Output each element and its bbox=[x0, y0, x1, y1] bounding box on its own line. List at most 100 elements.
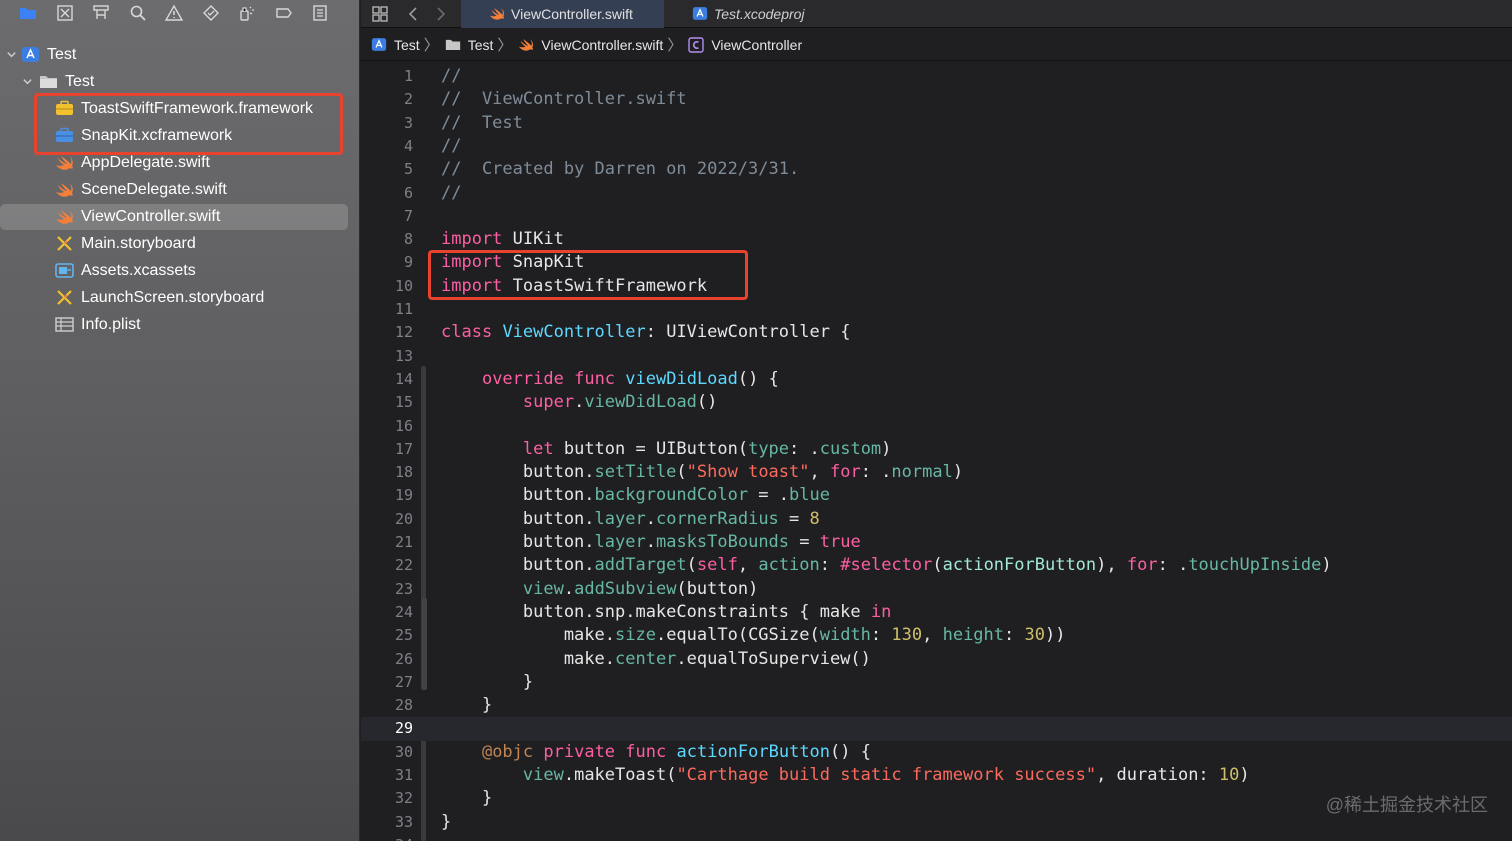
code-line[interactable]: 30 @objc private func actionForButton() … bbox=[361, 741, 1512, 764]
code-token: )) bbox=[1044, 625, 1066, 646]
code-line[interactable]: 28 } bbox=[361, 694, 1512, 717]
chevron-down-icon[interactable] bbox=[20, 75, 34, 89]
code-content: button.layer.cornerRadius = 8 bbox=[441, 508, 820, 531]
code-line[interactable]: 20 button.layer.cornerRadius = 8 bbox=[361, 508, 1512, 531]
code-line[interactable]: 8 import UIKit bbox=[361, 228, 1512, 251]
code-token: private bbox=[543, 741, 616, 762]
code-line[interactable]: 25 make.size.equalTo(CGSize(width: 130, … bbox=[361, 624, 1512, 647]
code-token: setTitle bbox=[594, 462, 677, 483]
code-content: make.size.equalTo(CGSize(width: 130, hei… bbox=[441, 624, 1066, 647]
breadcrumb-label: Test bbox=[394, 36, 420, 53]
issue-warning-icon[interactable] bbox=[156, 1, 193, 25]
tree-item-group[interactable]: Test bbox=[0, 68, 360, 95]
test-diamond-icon[interactable] bbox=[193, 1, 230, 25]
assets-icon bbox=[54, 262, 74, 280]
code-line[interactable]: 31 view.makeToast("Carthage build static… bbox=[361, 764, 1512, 787]
breakpoint-icon[interactable] bbox=[266, 1, 303, 25]
tree-item-file[interactable]: Main.storyboard bbox=[0, 230, 360, 257]
code-line[interactable]: 6 // bbox=[361, 182, 1512, 205]
find-icon[interactable] bbox=[120, 1, 157, 25]
code-token: height bbox=[942, 625, 1005, 646]
code-line[interactable]: 19 button.backgroundColor = .blue bbox=[361, 484, 1512, 507]
code-token: = . bbox=[748, 485, 790, 506]
code-line[interactable]: 13 bbox=[361, 345, 1512, 368]
back-chevron-icon[interactable] bbox=[401, 1, 427, 27]
code-token: func bbox=[625, 741, 667, 762]
code-token: width bbox=[819, 625, 871, 646]
code-token: backgroundColor bbox=[594, 485, 749, 506]
code-token: super bbox=[522, 392, 575, 413]
code-line[interactable]: 22 button.addTarget(self, action: #selec… bbox=[361, 554, 1512, 577]
chevron-down-icon[interactable] bbox=[4, 48, 18, 62]
code-token: // bbox=[441, 182, 462, 203]
code-token: : UIViewController { bbox=[645, 322, 851, 343]
code-token: . bbox=[645, 508, 656, 529]
code-token: ), bbox=[1096, 555, 1127, 576]
tree-item-file[interactable]: Assets.xcassets bbox=[0, 257, 360, 284]
code-token: . bbox=[645, 532, 656, 552]
code-line[interactable]: 23 view.addSubview(button) bbox=[361, 578, 1512, 601]
forward-chevron-icon[interactable] bbox=[427, 1, 453, 27]
code-line[interactable]: 5 // Created by Darren on 2022/3/31. bbox=[361, 158, 1512, 181]
code-token: : bbox=[1004, 625, 1025, 646]
code-content: import UIKit bbox=[441, 228, 564, 251]
breadcrumb-item-file[interactable]: ViewController.swift bbox=[518, 37, 663, 53]
code-line[interactable]: 7 bbox=[361, 205, 1512, 228]
debug-spray-icon[interactable] bbox=[229, 1, 266, 25]
tab-test-xcodeproj[interactable]: Test.xcodeproj bbox=[664, 0, 817, 28]
line-number: 3 bbox=[403, 113, 413, 132]
tab-viewcontroller-swift[interactable]: ViewController.swift bbox=[461, 0, 664, 28]
code-line[interactable]: 1 // bbox=[361, 65, 1512, 88]
code-line[interactable]: 4 // bbox=[361, 135, 1512, 158]
tree-item-file[interactable]: SceneDelegate.swift bbox=[0, 176, 360, 203]
code-content: } bbox=[441, 811, 451, 834]
code-token: func bbox=[574, 368, 616, 389]
tab-label: Test.xcodeproj bbox=[714, 5, 805, 22]
code-token: button. bbox=[441, 485, 595, 506]
swift-icon bbox=[489, 6, 505, 22]
tree-item-project[interactable]: Test bbox=[0, 41, 360, 68]
code-line[interactable]: 14 override func viewDidLoad() { bbox=[361, 368, 1512, 391]
line-number: 33 bbox=[394, 812, 413, 831]
breadcrumb-item-group[interactable]: Test bbox=[445, 37, 493, 53]
code-line[interactable]: 17 let button = UIButton(type: .custom) bbox=[361, 438, 1512, 461]
code-line[interactable]: 3 // Test bbox=[361, 112, 1512, 135]
code-line[interactable]: 34 bbox=[361, 834, 1512, 841]
code-line[interactable]: 26 make.center.equalToSuperview() bbox=[361, 648, 1512, 671]
grid-icon[interactable] bbox=[367, 1, 393, 27]
tree-item-label: Test bbox=[47, 45, 77, 63]
folder-icon[interactable] bbox=[10, 1, 47, 25]
code-line[interactable]: 12 class ViewController: UIViewController… bbox=[361, 321, 1512, 344]
code-content: } bbox=[441, 787, 492, 810]
code-text-area[interactable]: 1 // 2 // ViewController.swift 3 // Test 4 // 5 /… bbox=[361, 62, 1512, 841]
code-line[interactable]: 18 button.setTitle("Show toast", for: .n… bbox=[361, 461, 1512, 484]
line-number: 10 bbox=[394, 276, 413, 295]
tree-item-file[interactable]: Info.plist bbox=[0, 311, 360, 338]
breadcrumb-item-project[interactable]: Test bbox=[371, 37, 420, 53]
code-token: ) bbox=[952, 462, 964, 483]
tree-item-file-selected[interactable]: ViewController.swift bbox=[0, 203, 360, 230]
code-line[interactable]: 16 bbox=[361, 415, 1512, 438]
source-editor: ViewController.swift Test.xcodeproj Test… bbox=[361, 0, 1512, 841]
code-line[interactable]: 2 // ViewController.swift bbox=[361, 88, 1512, 111]
code-token: () { bbox=[830, 741, 871, 762]
breadcrumb-item-symbol[interactable]: ViewController bbox=[688, 37, 802, 53]
line-number: 8 bbox=[403, 230, 413, 249]
code-line[interactable]: 27 } bbox=[361, 671, 1512, 694]
source-control-icon[interactable] bbox=[47, 1, 84, 25]
code-token: type bbox=[748, 438, 790, 459]
code-line[interactable]: 11 bbox=[361, 298, 1512, 321]
symbol-hierarchy-icon[interactable] bbox=[83, 1, 120, 25]
tab-label: ViewController.swift bbox=[511, 5, 633, 22]
code-token: touchUpInside bbox=[1188, 555, 1322, 576]
code-token: make. bbox=[441, 625, 615, 646]
code-line[interactable]: 29 bbox=[361, 717, 1512, 741]
code-line[interactable]: 24 button.snp.makeConstraints { make in bbox=[361, 601, 1512, 624]
watermark: @稀土掘金技术社区 bbox=[1325, 795, 1488, 815]
line-number: 16 bbox=[394, 416, 413, 435]
report-icon[interactable] bbox=[302, 1, 339, 25]
code-line[interactable]: 21 button.layer.masksToBounds = true bbox=[361, 531, 1512, 554]
code-line[interactable]: 15 super.viewDidLoad() bbox=[361, 391, 1512, 414]
tree-item-file[interactable]: LaunchScreen.storyboard bbox=[0, 284, 360, 311]
folder-icon bbox=[445, 37, 461, 53]
